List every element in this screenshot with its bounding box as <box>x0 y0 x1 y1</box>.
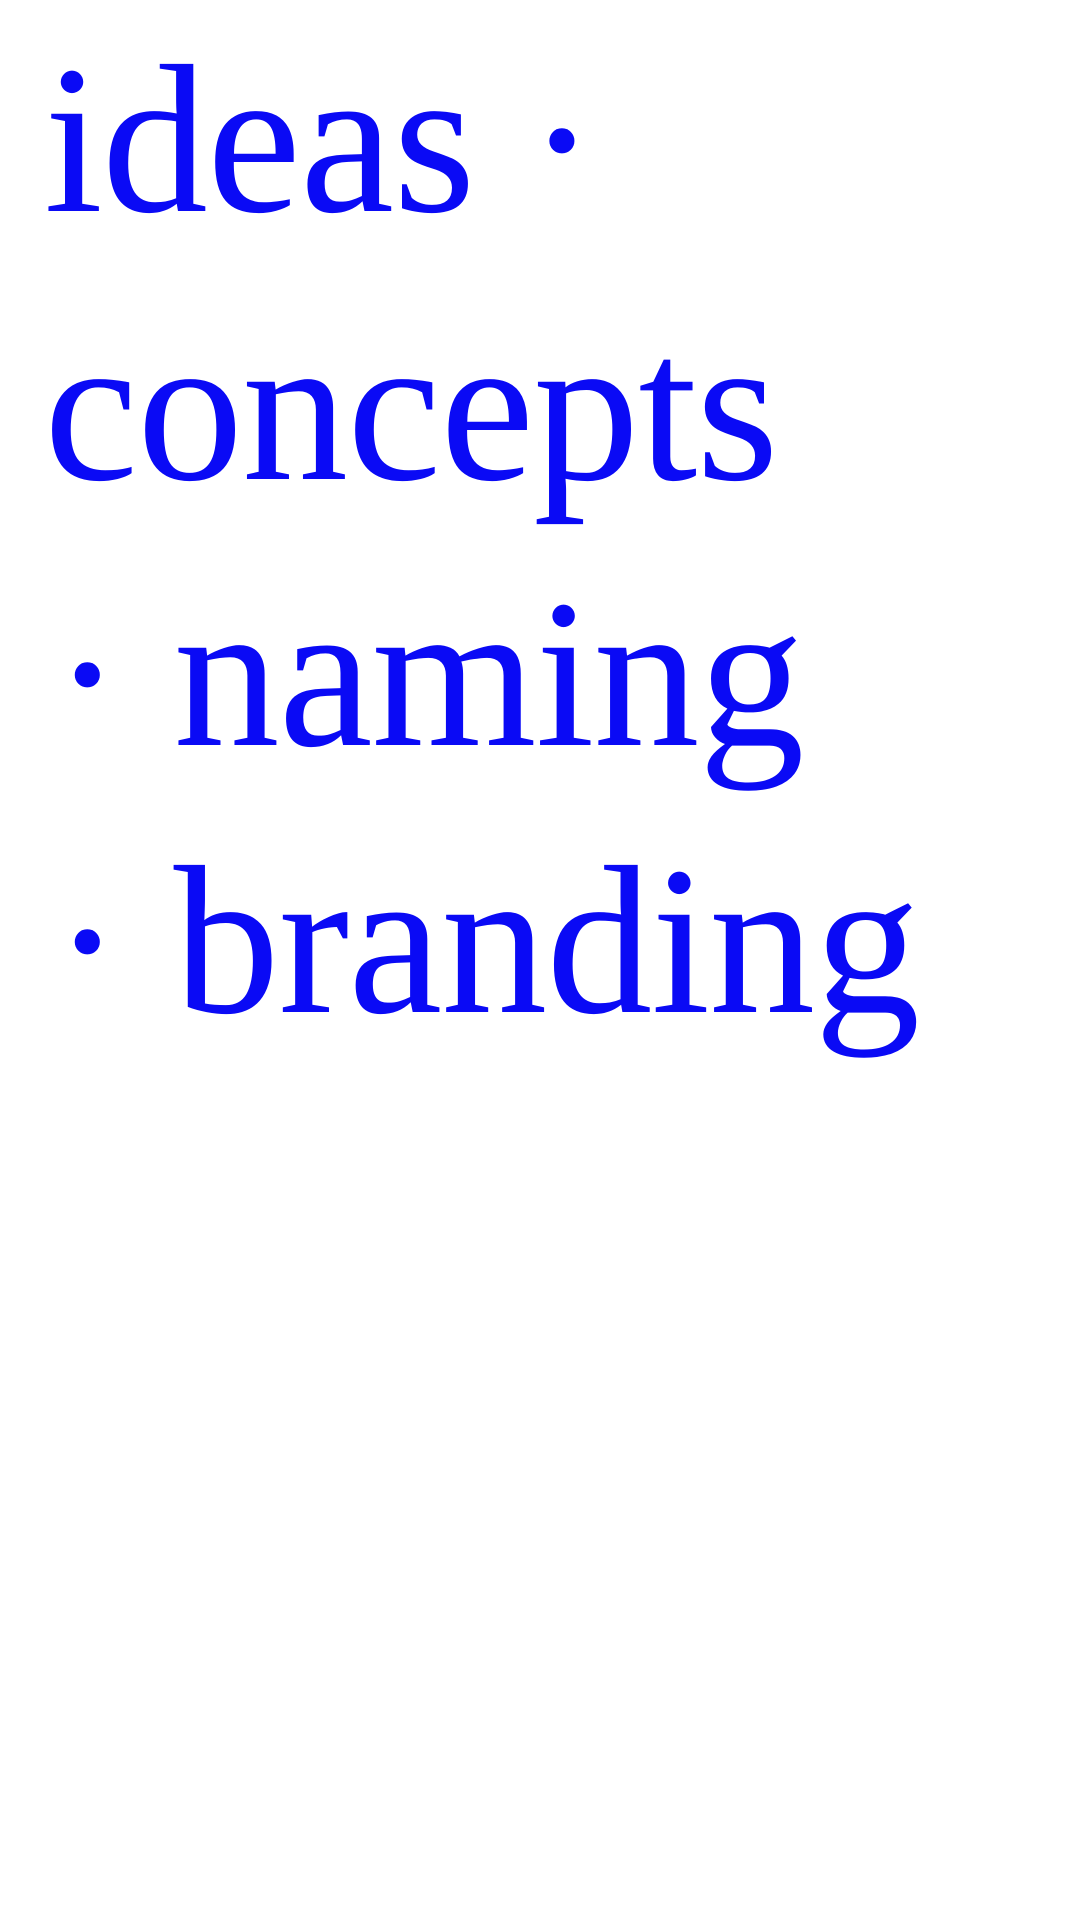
line-branding: · branding <box>52 823 920 1058</box>
text-canvas: ideas · concepts · naming · branding <box>0 0 1080 1920</box>
line-concepts: concepts <box>44 290 779 525</box>
line-ideas: ideas · <box>44 22 597 257</box>
line-naming: · naming <box>52 556 804 791</box>
